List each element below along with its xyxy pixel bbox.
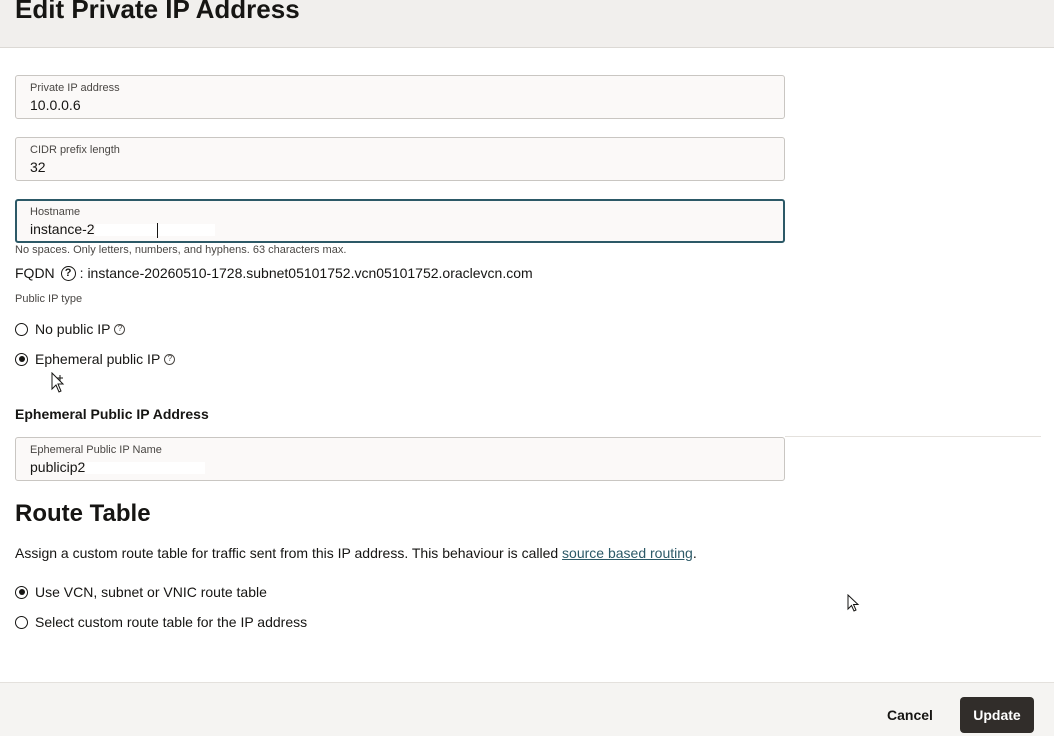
ephemeral-ip-address-value-redacted (249, 408, 384, 418)
route-table-heading: Route Table (15, 500, 151, 527)
radio-button[interactable] (15, 615, 28, 629)
public-ip-type-label: Public IP type (15, 293, 83, 305)
redacted-block (94, 224, 215, 237)
ephemeral-ip-name-field[interactable]: Ephemeral Public IP Name publicip2 (15, 437, 785, 481)
ephemeral-ip-name-value-row: publicip2 (30, 459, 206, 475)
question-circle-icon[interactable]: ? (114, 323, 126, 335)
route-table-description: Assign a custom route table for traffic … (15, 545, 697, 561)
cancel-button[interactable]: Cancel (874, 697, 946, 733)
question-circle-icon[interactable]: ? (60, 265, 76, 281)
cidr-prefix-label: CIDR prefix length (30, 144, 120, 156)
hostname-value-row: instance-2 (30, 221, 215, 238)
route-desc-text: Assign a custom route table for traffic … (15, 545, 563, 561)
radio-button[interactable] (15, 352, 28, 366)
question-circle-icon[interactable]: ? (164, 353, 176, 365)
divider (785, 436, 1041, 437)
dialog-header: Edit Private IP Address (0, 0, 1054, 48)
radio-use-vcn-route-table[interactable]: Use VCN, subnet or VNIC route table (15, 584, 267, 600)
fqdn-label: FQDN (15, 265, 55, 281)
radio-button[interactable] (15, 585, 28, 599)
source-based-routing-link[interactable]: source based routing (562, 545, 693, 561)
ephemeral-ip-name-value: publicip2 (30, 459, 86, 475)
mouse-pointer-icon (847, 594, 860, 612)
private-ip-label: Private IP address (30, 82, 120, 94)
ephemeral-ip-address-label: Ephemeral Public IP Address (15, 406, 209, 422)
radio-ephemeral-public-ip[interactable]: Ephemeral public IP ? (15, 351, 176, 367)
redacted-block (85, 462, 206, 475)
radio-label: Ephemeral public IP (35, 351, 161, 367)
ephemeral-ip-name-label: Ephemeral Public IP Name (30, 444, 162, 456)
radio-label: Use VCN, subnet or VNIC route table (35, 584, 267, 600)
fqdn-row: FQDN ? : instance-20260510-1728.subnet05… (15, 265, 533, 281)
private-ip-value: 10.0.0.6 (30, 97, 81, 113)
mouse-pointer-icon (51, 372, 65, 393)
cidr-prefix-value: 32 (30, 159, 46, 175)
text-caret (156, 222, 158, 238)
page-title: Edit Private IP Address (15, 0, 300, 24)
update-button[interactable]: Update (960, 697, 1034, 733)
cidr-prefix-field[interactable]: CIDR prefix length 32 (15, 137, 785, 181)
hostname-value: instance-2 (30, 221, 95, 237)
radio-no-public-ip[interactable]: No public IP ? (15, 321, 126, 337)
hostname-label: Hostname (30, 206, 81, 218)
radio-select-custom-route-table[interactable]: Select custom route table for the IP add… (15, 614, 307, 630)
fqdn-value: : instance-20260510-1728.subnet05101752.… (79, 265, 533, 281)
route-desc-period: . (692, 545, 697, 561)
hostname-input[interactable]: Hostname instance-2 (15, 199, 785, 243)
private-ip-field[interactable]: Private IP address 10.0.0.6 (15, 75, 785, 119)
radio-label: No public IP (35, 321, 111, 337)
radio-button[interactable] (15, 322, 28, 336)
radio-label: Select custom route table for the IP add… (35, 614, 308, 630)
hostname-helper-text: No spaces. Only letters, numbers, and hy… (15, 244, 347, 256)
